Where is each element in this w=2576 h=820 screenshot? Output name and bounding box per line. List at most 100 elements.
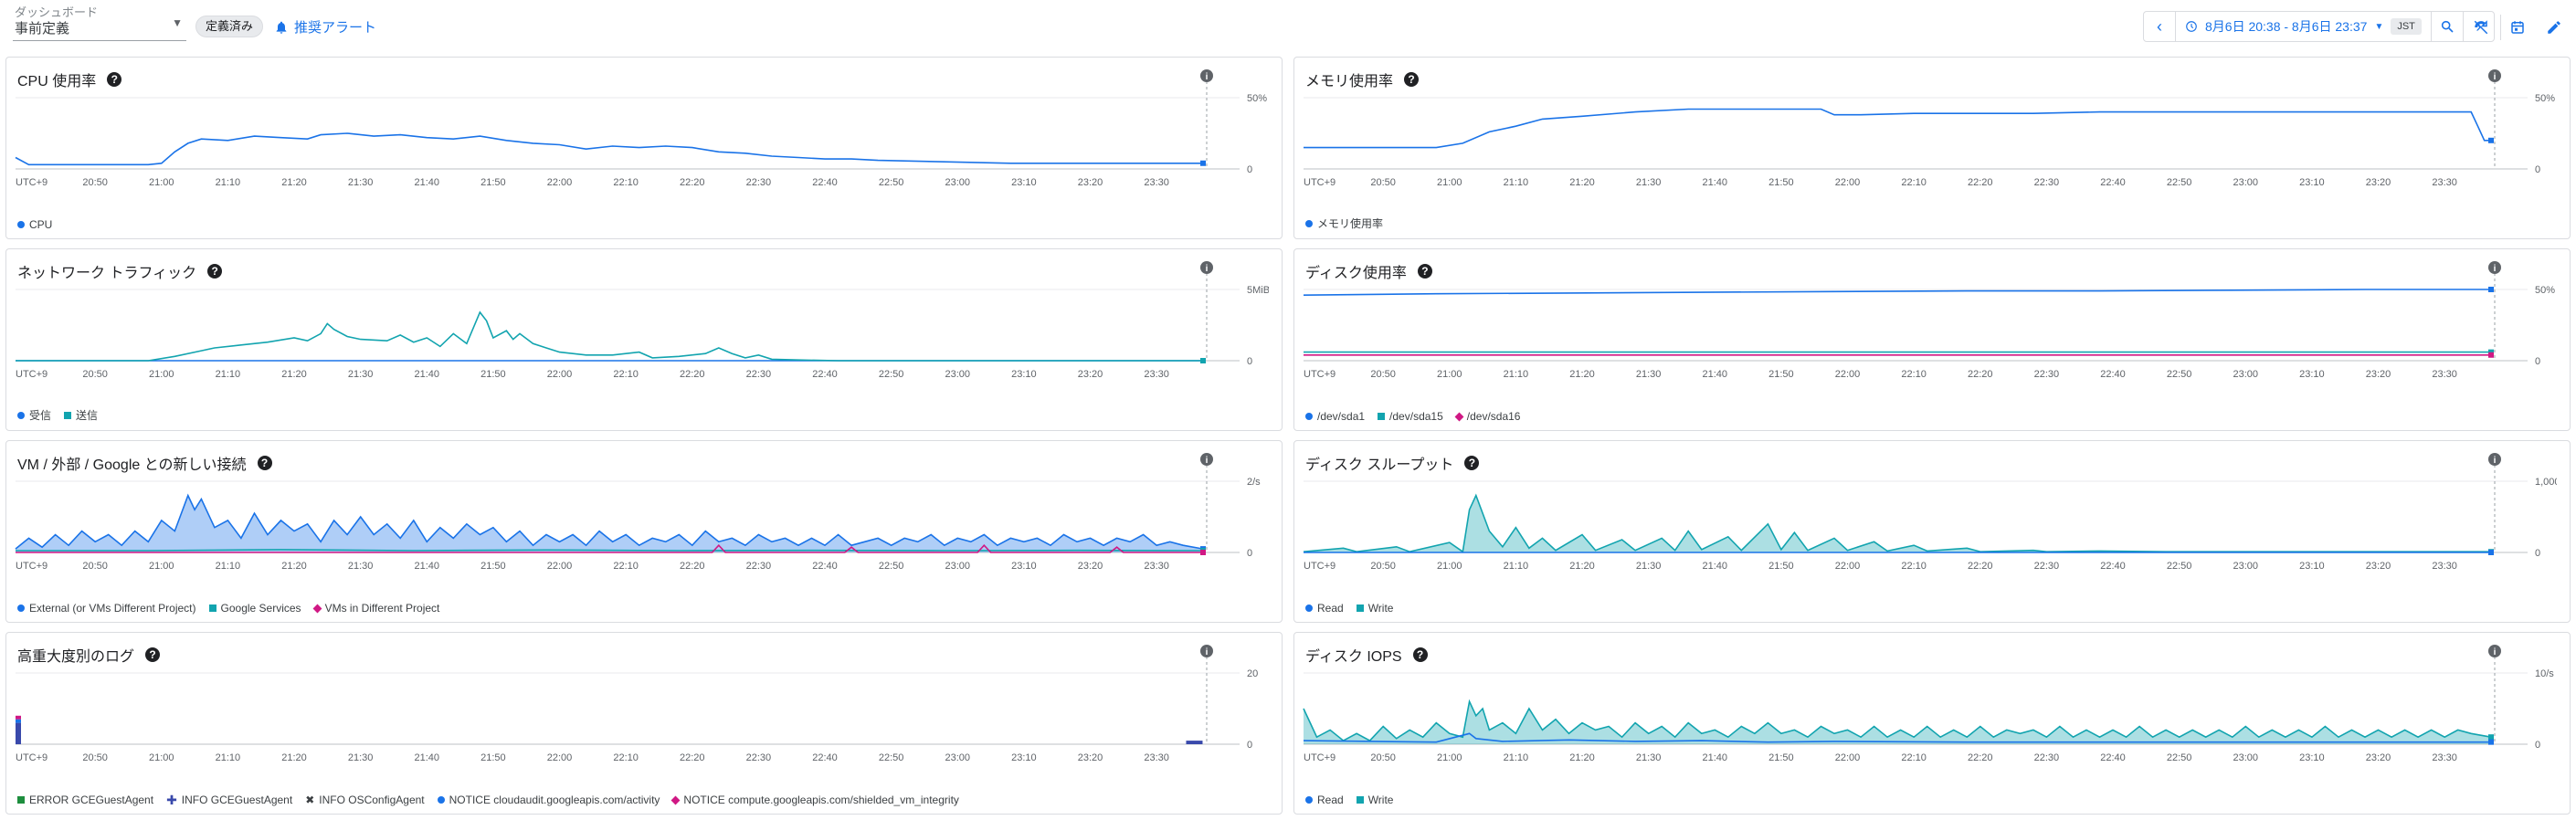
chart-card: CPU 使用率? 50% 0 UTC+9 20:50 21:00 21:10 21:20 21:…: [5, 57, 1283, 239]
series-line: [1303, 289, 2491, 296]
x-tick-label: 23:30: [2432, 752, 2457, 763]
legend-item[interactable]: 送信: [64, 407, 98, 423]
legend-item[interactable]: Google Services: [208, 602, 301, 615]
legend-label: Write: [1367, 794, 1394, 806]
x-tick-label: 22:30: [746, 369, 772, 380]
chevron-left-icon[interactable]: ‹: [2144, 12, 2175, 41]
legend-item[interactable]: /dev/sda15: [1378, 410, 1443, 423]
y-tick-label: 0: [1247, 164, 1252, 175]
top-toolbar: ダッシュボード 事前定義 ▼ 定義済み 推奨アラート ‹ 8月6日 20:38 …: [0, 0, 2576, 53]
y-tick-label: 0: [2535, 356, 2540, 367]
series-end-marker: [2488, 287, 2494, 292]
x-tick-label: 23:10: [1011, 369, 1037, 380]
chart-legend: Read Write: [1305, 602, 1393, 615]
x-tick-label: 21:50: [1768, 561, 1794, 572]
legend-circle-icon: [1305, 413, 1313, 420]
x-tick-label: 23:10: [2299, 369, 2325, 380]
x-tick-label: 20:50: [1370, 752, 1396, 763]
series-line: [16, 549, 1204, 552]
legend-item[interactable]: メモリ使用率: [1305, 216, 1383, 231]
x-tick-label: 23:10: [1011, 752, 1037, 763]
legend-x-icon: ✖: [305, 794, 315, 806]
x-tick-label: 21:50: [480, 177, 506, 188]
chart-card: VM / 外部 / Google との新しい接続? 2/s 0 UTC+9 20:50 2…: [5, 440, 1283, 623]
legend-item[interactable]: VMs in Different Project: [312, 602, 439, 615]
legend-item[interactable]: ✚ INFO GCEGuestAgent: [166, 794, 292, 806]
recommended-alerts-link[interactable]: 推奨アラート: [274, 17, 376, 37]
x-tick-label: 23:20: [1078, 369, 1103, 380]
calendar-icon[interactable]: [2503, 13, 2532, 42]
x-tick-label: 21:10: [216, 561, 241, 572]
x-tick-label: 22:20: [680, 177, 705, 188]
series-line: [1304, 108, 2491, 149]
x-tick-label: 23:30: [2432, 177, 2457, 188]
bar-segment: [16, 722, 21, 744]
y-tick-label: 0: [1247, 548, 1252, 559]
legend-circle-icon: [1305, 604, 1313, 612]
legend-item[interactable]: ERROR GCEGuestAgent: [17, 794, 153, 806]
x-tick-label: 23:30: [1144, 369, 1169, 380]
legend-item[interactable]: 受信: [17, 407, 51, 423]
chart-card: 高重大度別のログ? 20 0 UTC+9 20:50 21:00 21:10 21:20 21:…: [5, 632, 1283, 815]
series-end-marker: [1200, 358, 1206, 363]
legend-label: Read: [1317, 602, 1344, 615]
x-tick-label: 23:30: [2432, 369, 2457, 380]
legend-item[interactable]: Write: [1356, 794, 1394, 806]
x-tick-label: 22:30: [2034, 561, 2060, 572]
chart-card: ディスク使用率? 50% 0 UTC+9 20:50 21:00 21:10 21:20 21:…: [1293, 248, 2571, 431]
chart-legend: 受信 送信: [17, 407, 98, 423]
x-tick-label: 21:30: [1636, 369, 1662, 380]
chart-plot: 2/s 0 UTC+9 20:50 21:00 21:10 21:20 21:30 21:40 2…: [15, 453, 1261, 572]
legend-item[interactable]: Read: [1305, 602, 1344, 615]
x-tick-label: 23:20: [2366, 369, 2391, 380]
legend-circle-icon: [1305, 796, 1313, 804]
x-tick-label: 23:00: [945, 752, 971, 763]
x-tick-label: 21:40: [1703, 177, 1728, 188]
legend-item[interactable]: NOTICE compute.googleapis.com/shielded_v…: [670, 794, 959, 806]
x-tick-label: UTC+9: [1304, 177, 1336, 188]
clock-icon: [2186, 21, 2197, 32]
legend-circle-icon: [17, 604, 25, 612]
legend-item[interactable]: /dev/sda1: [1305, 410, 1365, 423]
sync-off-icon[interactable]: [2466, 13, 2496, 42]
x-tick-label: 21:40: [415, 369, 440, 380]
legend-item[interactable]: External (or VMs Different Project): [17, 602, 196, 615]
bar-segment: [16, 719, 21, 723]
time-range-picker[interactable]: 8月6日 20:38 - 8月6日 23:37 ▼ JST: [2175, 12, 2432, 41]
legend-square-icon: [1356, 796, 1364, 804]
x-tick-label: 21:50: [480, 561, 506, 572]
x-tick-label: 21:50: [1768, 752, 1794, 763]
series-end-marker: [1200, 550, 1206, 555]
y-tick-label: 50%: [1247, 93, 1267, 104]
caret-down-icon: ▼: [172, 16, 183, 29]
legend-label: 受信: [29, 409, 52, 422]
predefined-chip[interactable]: 定義済み: [195, 16, 264, 37]
zoom-icon[interactable]: [2432, 12, 2463, 41]
x-tick-label: 21:10: [216, 369, 241, 380]
legend-item[interactable]: CPU: [17, 218, 52, 231]
legend-label: 送信: [76, 409, 99, 422]
series-line: [15, 132, 1203, 166]
chart-plot: 50% 0 UTC+9 20:50 21:00 21:10 21:20 21:30 21:40 2…: [15, 69, 1267, 188]
x-tick-label: 22:20: [680, 752, 705, 763]
x-tick-label: 21:30: [1636, 752, 1662, 763]
dropdown-underline: [13, 40, 186, 41]
x-tick-label: 22:50: [2167, 752, 2192, 763]
legend-label: /dev/sda15: [1389, 410, 1443, 423]
info-icon-glyph: i: [1206, 264, 1209, 274]
legend-item[interactable]: Write: [1356, 602, 1393, 615]
legend-item[interactable]: ✖ INFO OSConfigAgent: [305, 794, 424, 806]
legend-item[interactable]: /dev/sda16: [1454, 410, 1520, 423]
x-tick-label: 21:30: [348, 177, 374, 188]
legend-item[interactable]: NOTICE cloudaudit.googleapis.com/activit…: [437, 794, 660, 806]
legend-item[interactable]: Read: [1305, 794, 1344, 806]
legend-diamond-icon: [312, 604, 322, 613]
dashboard-dropdown[interactable]: ダッシュボード 事前定義 ▼: [13, 2, 186, 42]
x-tick-label: 20:50: [1370, 369, 1396, 380]
x-tick-label: 22:30: [746, 177, 772, 188]
x-tick-label: 22:50: [2167, 369, 2192, 380]
timezone-chip[interactable]: JST: [2391, 18, 2422, 35]
time-range-control: ‹ 8月6日 20:38 - 8月6日 23:37 ▼ JST ›: [2143, 11, 2495, 42]
edit-icon[interactable]: [2539, 13, 2569, 42]
x-tick-label: 21:50: [1768, 369, 1794, 380]
